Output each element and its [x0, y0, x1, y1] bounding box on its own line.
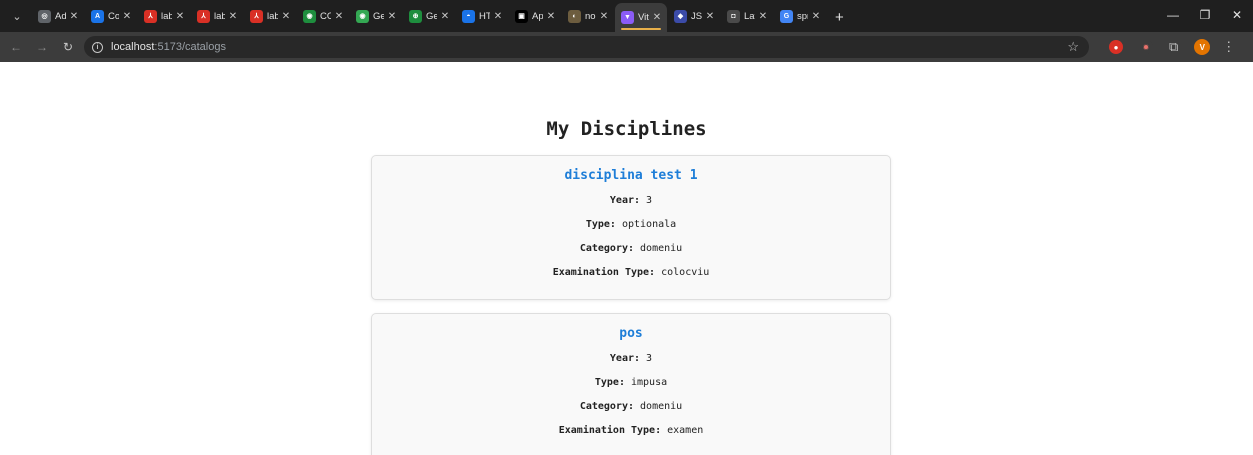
tab-favicon-icon: ◆ — [674, 9, 687, 23]
tab-title: HTML — [479, 10, 490, 22]
tab-list: ◎Adresa✕ACourse✕⅄laborat✕⅄laborat✕⅄labor… — [32, 0, 827, 32]
reload-icon[interactable]: ↻ — [58, 40, 78, 54]
tab-favicon-icon: ◎ — [38, 9, 51, 23]
extension-icons: ● ✹ ⧉ V ⋮ — [1101, 39, 1235, 55]
discipline-category: Category: domeniu — [579, 401, 683, 412]
tab-title: laborat — [214, 10, 225, 22]
browser-tab[interactable]: ⅄ laborat✕ — [191, 3, 243, 29]
tab-favicon-icon: ◐ — [568, 9, 581, 23]
page-content: My Disciplines disciplina test 1 Year: 3… — [0, 62, 1253, 455]
tab-title: CORS ( — [320, 10, 331, 22]
browser-tab[interactable]: ◘ Latest✕ — [721, 3, 773, 29]
browser-tab[interactable]: ◎ Adresa✕ — [32, 3, 84, 29]
bookmark-star-icon[interactable]: ☆ — [1067, 39, 1079, 55]
tab-close-icon[interactable]: ✕ — [121, 11, 133, 22]
extension-red-shield-icon[interactable]: ● — [1109, 40, 1123, 54]
extension-bug-icon[interactable]: ✹ — [1139, 40, 1153, 54]
tab-title: Vite + — [638, 12, 649, 23]
browser-tab[interactable]: ⅄ laborat✕ — [244, 3, 296, 29]
tab-title: laborat — [267, 10, 278, 22]
tab-favicon-icon: ◘ — [727, 9, 740, 23]
tab-title: Getting — [426, 10, 437, 22]
extensions-puzzle-icon[interactable]: ⧉ — [1169, 39, 1178, 55]
tab-favicon-icon: ⅄ — [250, 9, 263, 23]
browser-tab[interactable]: Gspring✕ — [774, 3, 826, 29]
browser-tab[interactable]: ◆ JSON V✕ — [668, 3, 720, 29]
browser-toolbar: ← → ↻ i localhost:5173/catalogs ☆ ● ✹ ⧉ … — [0, 32, 1253, 62]
tab-title: Course — [108, 10, 119, 22]
window-controls: — ❐ ✕ — [1157, 0, 1253, 30]
tab-title: Latest — [744, 10, 755, 22]
browser-tab[interactable]: ▣ App.js✕ — [509, 3, 561, 29]
discipline-name[interactable]: pos — [372, 326, 890, 341]
tab-close-icon[interactable]: ✕ — [810, 11, 822, 22]
tab-close-icon[interactable]: ✕ — [704, 11, 716, 22]
tab-favicon-icon: ⅄ — [197, 9, 210, 23]
tab-close-icon[interactable]: ✕ — [492, 11, 504, 22]
profile-avatar[interactable]: V — [1194, 39, 1211, 55]
tab-title: node.js — [585, 10, 596, 22]
tab-close-icon[interactable]: ✕ — [651, 12, 663, 23]
tab-title: Getting — [373, 10, 384, 22]
tab-favicon-icon: ◉ — [356, 9, 369, 23]
address-bar[interactable]: i localhost:5173/catalogs ☆ — [84, 36, 1089, 58]
url-path: :5173/catalogs — [154, 41, 226, 53]
tab-title: spring — [797, 10, 808, 22]
tab-favicon-icon: ◓ — [462, 9, 475, 23]
tab-favicon-icon: ⅄ — [144, 9, 157, 23]
discipline-year: Year: 3 — [609, 195, 653, 206]
discipline-type: Type: optionala — [585, 219, 677, 230]
browser-tab[interactable]: ⊕ Getting✕ — [403, 3, 455, 29]
url-host: localhost — [111, 41, 155, 53]
tab-favicon-icon: ▣ — [515, 9, 528, 23]
discipline-exam-type: Examination Type: examen — [558, 425, 704, 436]
tab-title: Adresa — [55, 10, 66, 22]
new-tab-plus-icon[interactable]: + — [835, 9, 844, 26]
tab-close-icon[interactable]: ✕ — [757, 11, 769, 22]
tab-title: App.js — [532, 10, 543, 22]
tab-close-icon[interactable]: ✕ — [333, 11, 345, 22]
minimize-icon[interactable]: — — [1157, 8, 1189, 22]
tab-search-chevron-icon[interactable]: ⌄ — [6, 5, 28, 27]
tab-close-icon[interactable]: ✕ — [545, 11, 557, 22]
browser-tab[interactable]: ⅄ laborat✕ — [138, 3, 190, 29]
browser-tab[interactable]: A Course✕ — [85, 3, 137, 29]
tab-title: JSON V — [691, 10, 702, 22]
tab-favicon-icon: A — [91, 9, 104, 23]
discipline-type: Type: impusa — [594, 377, 668, 388]
browser-menu-icon[interactable]: ⋮ — [1222, 39, 1235, 55]
site-info-icon[interactable]: i — [92, 41, 103, 53]
discipline-card: pos Year: 3 Type: impusa Category: domen… — [371, 313, 891, 455]
browser-tab[interactable]: ◉ Getting✕ — [350, 3, 402, 29]
discipline-name[interactable]: disciplina test 1 — [372, 168, 890, 183]
discipline-year: Year: 3 — [609, 353, 653, 364]
tab-close-icon[interactable]: ✕ — [439, 11, 451, 22]
tab-favicon-icon: ◉ — [303, 9, 316, 23]
browser-tab[interactable]: ◉ CORS (✕ — [297, 3, 349, 29]
close-window-icon[interactable]: ✕ — [1221, 8, 1253, 22]
back-arrow-icon[interactable]: ← — [6, 40, 26, 54]
tab-favicon-icon: ▼ — [621, 11, 634, 24]
tab-title: laborat — [161, 10, 172, 22]
tab-close-icon[interactable]: ✕ — [174, 11, 186, 22]
tab-strip: ⌄ ◎Adresa✕ACourse✕⅄laborat✕⅄laborat✕⅄lab… — [0, 0, 1253, 32]
tab-close-icon[interactable]: ✕ — [280, 11, 292, 22]
browser-tab[interactable]: ◓ HTML✕ — [456, 3, 508, 29]
tab-close-icon[interactable]: ✕ — [68, 11, 80, 22]
restore-icon[interactable]: ❐ — [1189, 8, 1221, 22]
tab-close-icon[interactable]: ✕ — [598, 11, 610, 22]
discipline-card: disciplina test 1 Year: 3 Type: optional… — [371, 155, 891, 300]
forward-arrow-icon[interactable]: → — [32, 40, 52, 54]
browser-tab[interactable]: ▼ Vite +✕ — [615, 3, 667, 32]
discipline-category: Category: domeniu — [579, 243, 683, 254]
tab-close-icon[interactable]: ✕ — [386, 11, 398, 22]
page-title: My Disciplines — [546, 118, 707, 140]
tab-close-icon[interactable]: ✕ — [227, 11, 239, 22]
tab-favicon-icon: ⊕ — [409, 9, 422, 23]
browser-tab[interactable]: ◐ node.js✕ — [562, 3, 614, 29]
discipline-exam-type: Examination Type: colocviu — [552, 267, 710, 278]
tab-favicon-icon: G — [780, 9, 793, 23]
